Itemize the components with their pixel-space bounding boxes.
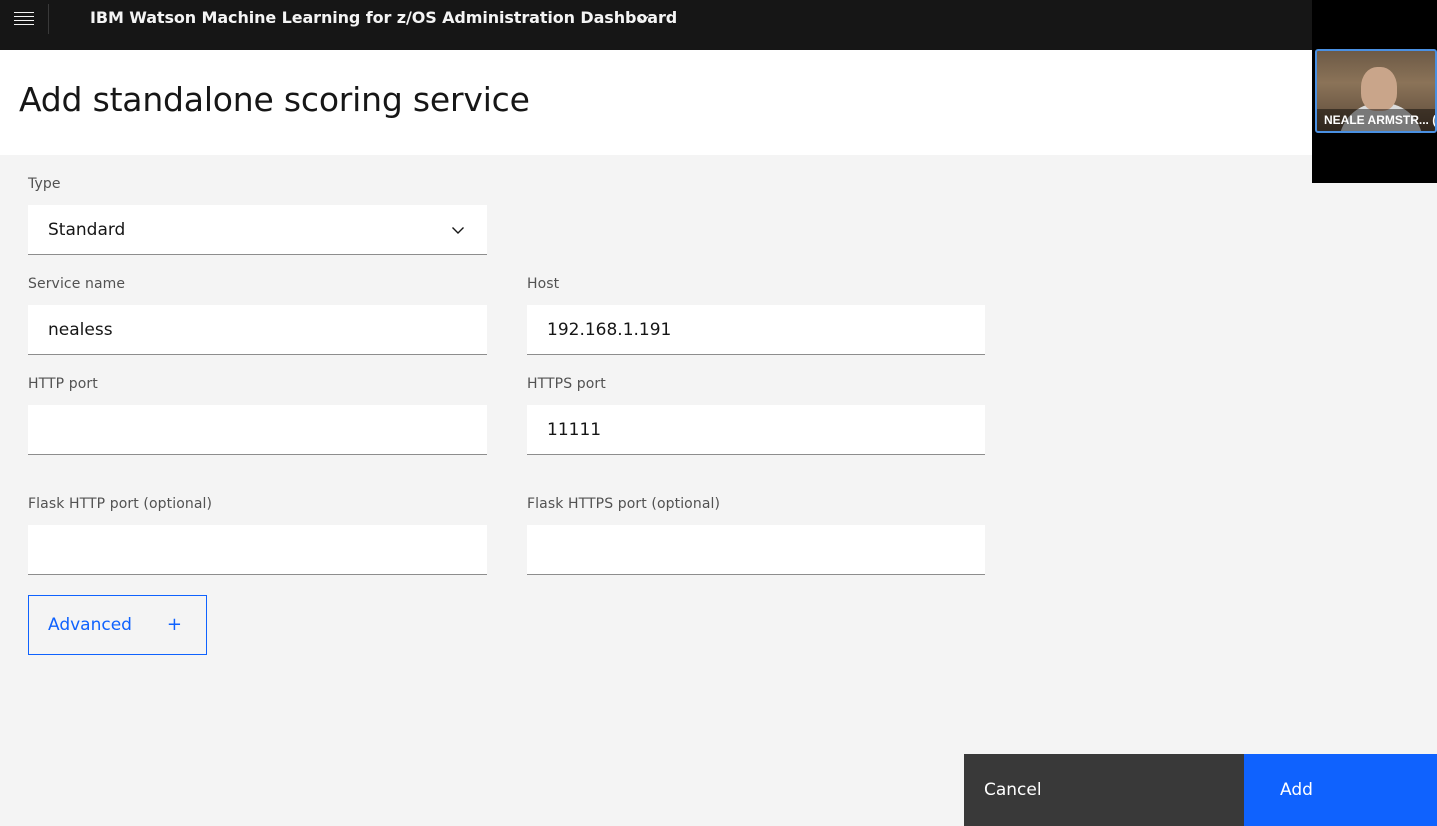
- app-title[interactable]: IBM Watson Machine Learning for z/OS Adm…: [90, 8, 677, 27]
- http-port-label: HTTP port: [28, 376, 98, 392]
- host-input[interactable]: 192.168.1.191: [527, 305, 985, 355]
- add-button[interactable]: Add: [1244, 754, 1437, 826]
- video-call-panel: NEALE ARMSTR... (Ho: [1312, 0, 1437, 183]
- advanced-toggle-button[interactable]: Advanced +: [28, 595, 207, 655]
- type-select[interactable]: Standard: [28, 205, 487, 255]
- participant-name: NEALE ARMSTR... (Ho: [1324, 113, 1437, 127]
- flask-http-port-input[interactable]: [28, 525, 487, 575]
- https-port-value: 11111: [547, 419, 602, 440]
- flask-https-port-label: Flask HTTPS port (optional): [527, 496, 721, 512]
- header-divider: [48, 4, 49, 34]
- service-name-label: Service name: [28, 276, 126, 292]
- advanced-label: Advanced: [48, 615, 132, 635]
- participant-video-tile[interactable]: NEALE ARMSTR... (Ho: [1315, 49, 1437, 133]
- https-port-input[interactable]: 11111: [527, 405, 985, 455]
- hamburger-menu-icon[interactable]: [0, 0, 48, 38]
- cancel-label: Cancel: [984, 780, 1042, 800]
- page-header: Add standalone scoring service: [0, 50, 1437, 155]
- top-navigation-bar: IBM Watson Machine Learning for z/OS Adm…: [0, 0, 1437, 50]
- cancel-button[interactable]: Cancel: [964, 754, 1244, 826]
- https-port-label: HTTPS port: [527, 376, 606, 392]
- add-label: Add: [1280, 780, 1313, 800]
- flask-http-port-label: Flask HTTP port (optional): [28, 496, 213, 512]
- type-label: Type: [28, 176, 61, 192]
- service-name-input[interactable]: nealess: [28, 305, 487, 355]
- participant-face: [1361, 67, 1397, 111]
- service-name-value: nealess: [48, 319, 113, 340]
- flask-https-port-input[interactable]: [527, 525, 985, 575]
- chevron-down-icon: [452, 227, 464, 234]
- type-select-value: Standard: [48, 219, 126, 240]
- http-port-input[interactable]: [28, 405, 487, 455]
- plus-icon: +: [166, 614, 182, 635]
- host-label: Host: [527, 276, 560, 292]
- page-title: Add standalone scoring service: [19, 80, 530, 119]
- chevron-down-icon[interactable]: [636, 12, 650, 26]
- host-value: 192.168.1.191: [547, 319, 672, 340]
